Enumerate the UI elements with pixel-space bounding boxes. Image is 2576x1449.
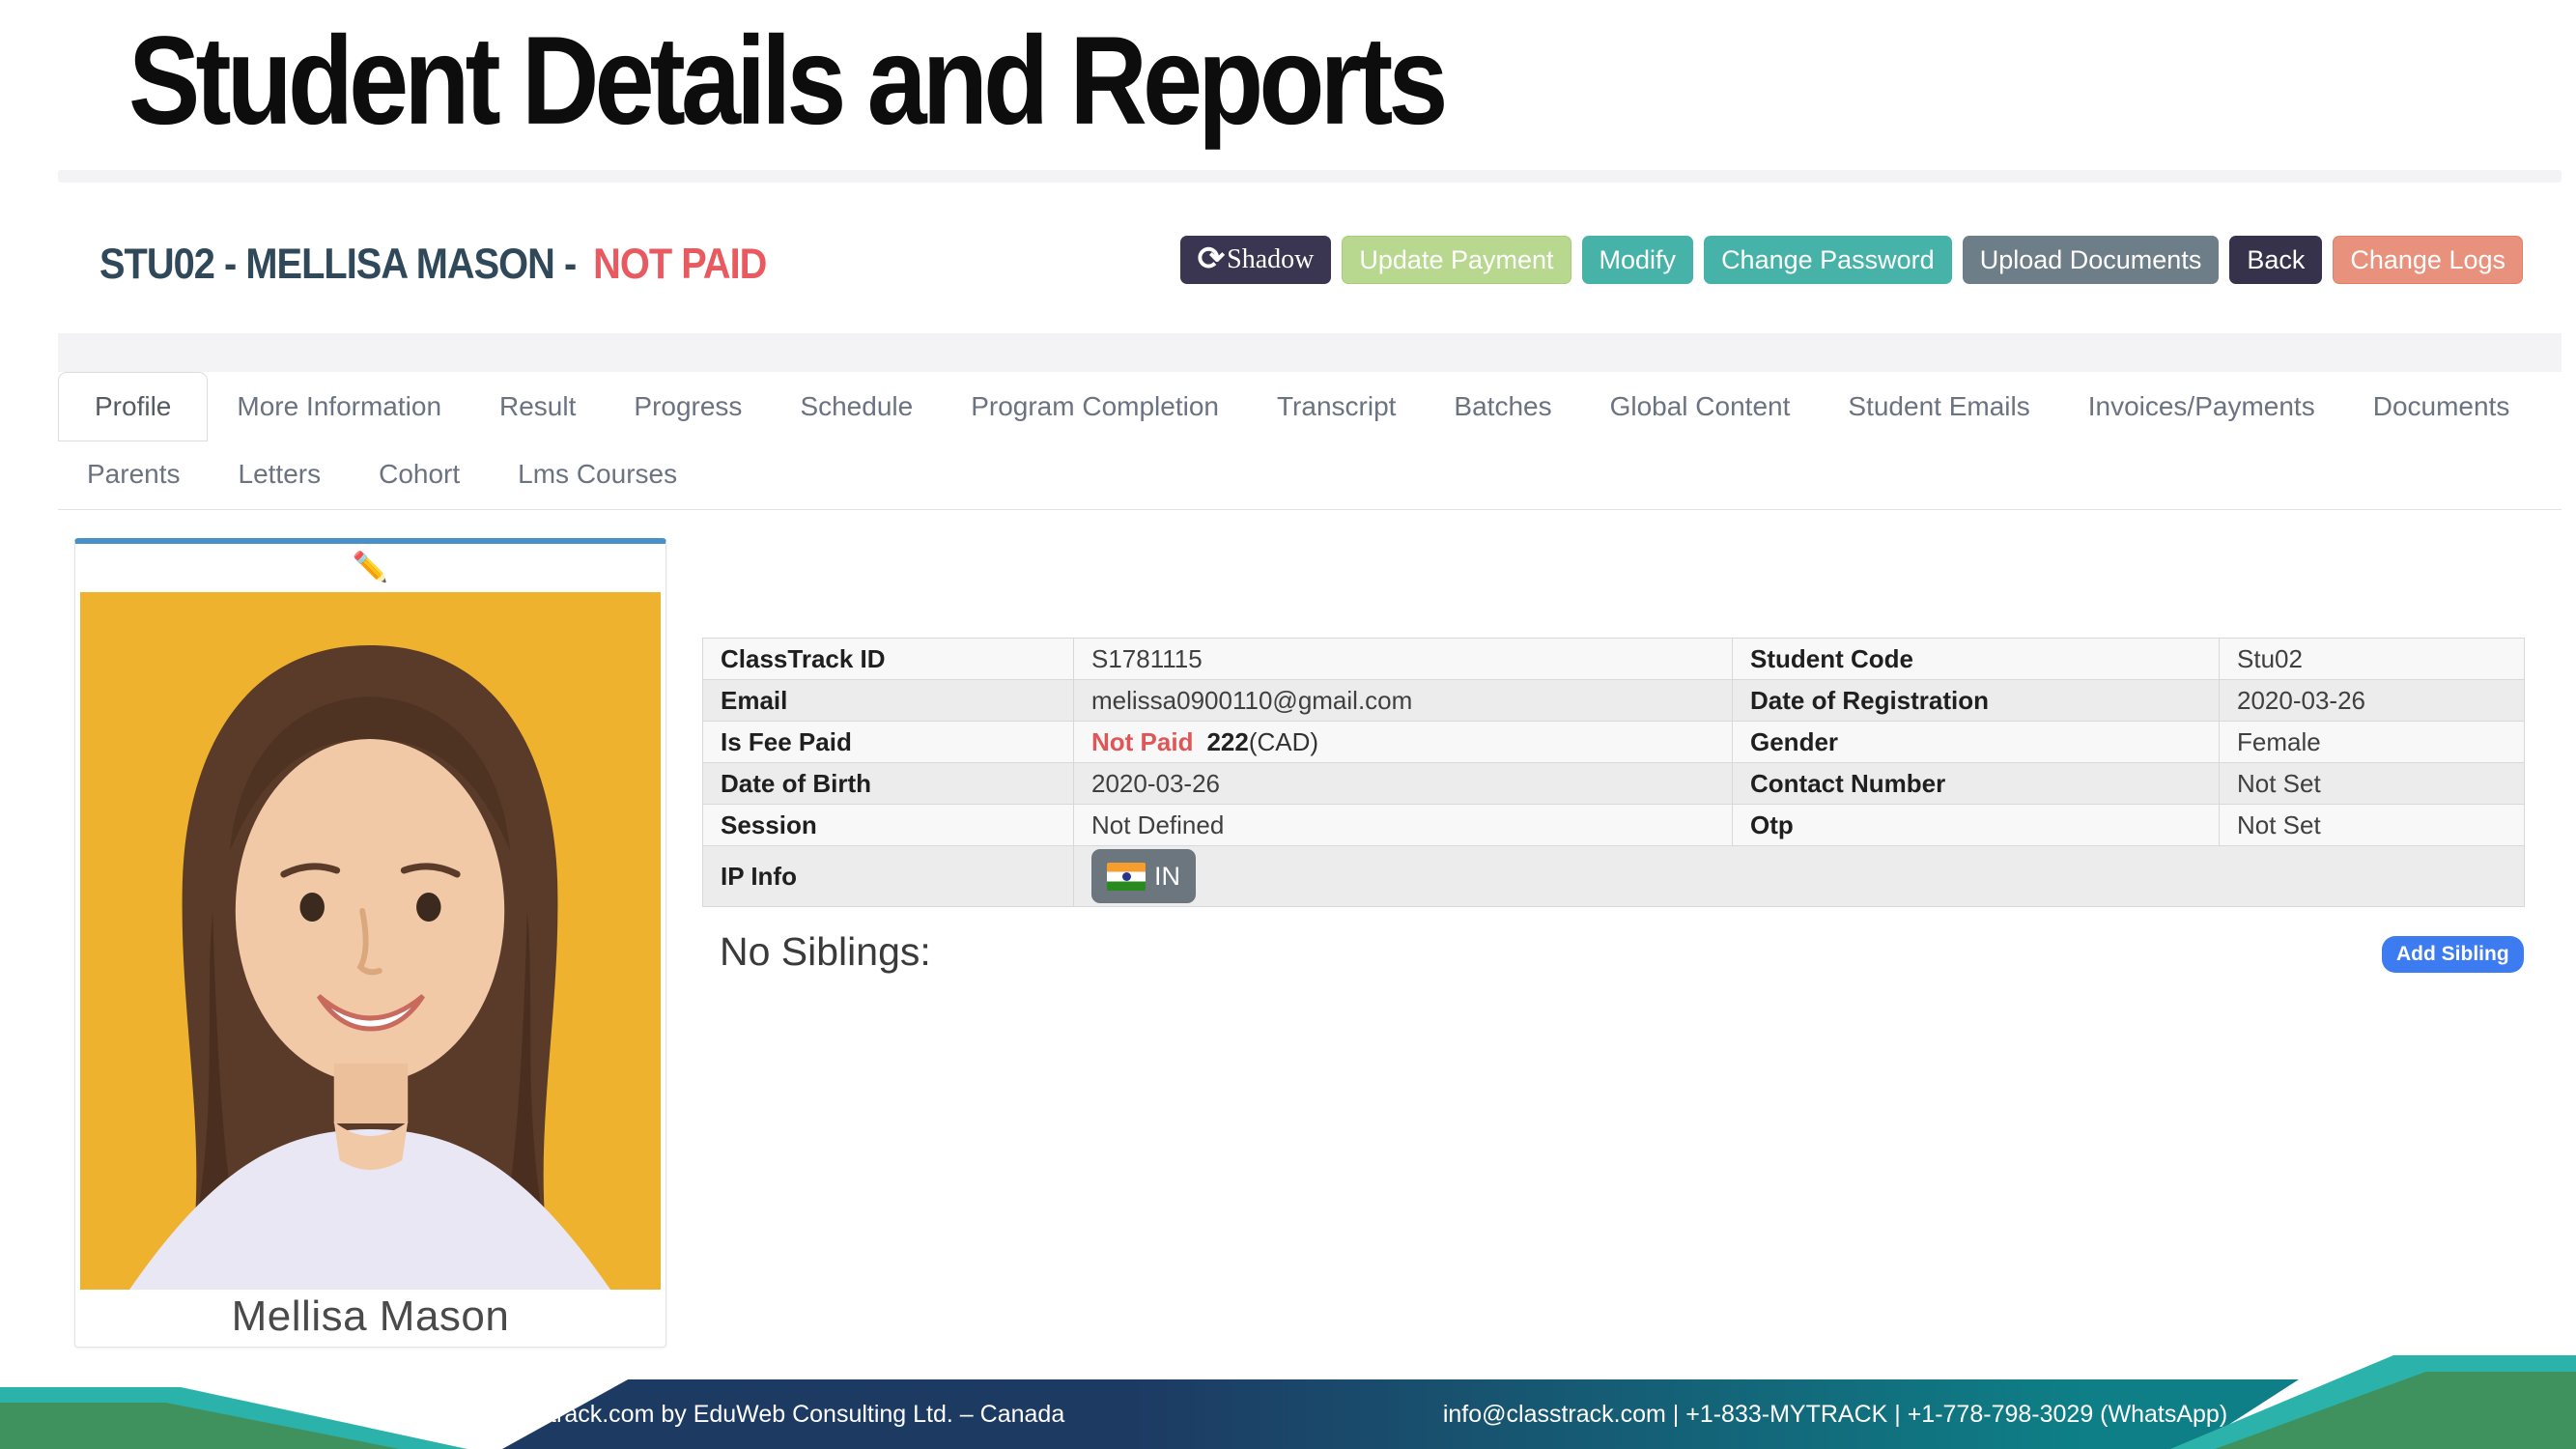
ip-info-cell: IN (1074, 846, 2525, 907)
india-flag-icon (1107, 863, 1146, 891)
tab-documents[interactable]: Documents (2344, 372, 2539, 441)
field-value: Not Set (2220, 763, 2525, 805)
fee-currency: (CAD) (1249, 727, 1318, 756)
tab-profile[interactable]: Profile (58, 372, 208, 441)
update-payment-button[interactable]: Update Payment (1342, 236, 1571, 284)
field-label: IP Info (703, 846, 1074, 907)
tab-global-content[interactable]: Global Content (1581, 372, 1820, 441)
edit-photo-pencil-icon[interactable]: ✏️ (353, 554, 388, 582)
shadow-button[interactable]: ⟳ Shadow (1180, 236, 1332, 284)
field-label: Date of Birth (703, 763, 1074, 805)
field-value: Not Set (2220, 805, 2525, 846)
field-label: Contact Number (1733, 763, 2220, 805)
field-value: Female (2220, 722, 2525, 763)
action-button-bar: ⟳ Shadow Update Payment Modify Change Pa… (1180, 236, 2523, 284)
field-value: Not Defined (1074, 805, 1733, 846)
payment-status-label: NOT PAID (593, 240, 766, 288)
footer-copyright: © 2021 – Classtrack.com by EduWeb Consul… (261, 1379, 1188, 1449)
modify-button[interactable]: Modify (1582, 236, 1694, 284)
field-value: 2020-03-26 (1074, 763, 1733, 805)
table-row: Email melissa0900110@gmail.com Date of R… (703, 680, 2525, 722)
student-photo (80, 592, 661, 1290)
back-button[interactable]: Back (2229, 236, 2322, 284)
tab-result[interactable]: Result (470, 372, 605, 441)
table-row: IP Info IN (703, 846, 2525, 907)
tab-program-completion[interactable]: Program Completion (942, 372, 1248, 441)
table-row: ClassTrack ID S1781115 Student Code Stu0… (703, 639, 2525, 680)
tab-parents[interactable]: Parents (58, 441, 210, 507)
tab-progress[interactable]: Progress (605, 372, 771, 441)
field-label: Is Fee Paid (703, 722, 1074, 763)
table-row: Is Fee Paid Not Paid 222(CAD) Gender Fema… (703, 722, 2525, 763)
field-value: melissa0900110@gmail.com (1074, 680, 1733, 722)
tab-batches[interactable]: Batches (1425, 372, 1580, 441)
shadow-button-label: Shadow (1227, 244, 1314, 275)
tab-invoices-payments[interactable]: Invoices/Payments (2059, 372, 2344, 441)
upload-documents-button[interactable]: Upload Documents (1963, 236, 2220, 284)
change-password-button[interactable]: Change Password (1704, 236, 1952, 284)
fee-paid-value: Not Paid 222(CAD) (1074, 722, 1733, 763)
fee-amount: 222 (1206, 727, 1248, 756)
sync-icon: ⟳ (1198, 243, 1226, 276)
fee-status: Not Paid (1091, 727, 1193, 756)
tab-schedule[interactable]: Schedule (771, 372, 942, 441)
tab-more-information[interactable]: More Information (208, 372, 470, 441)
field-value: Stu02 (2220, 639, 2525, 680)
tab-cohort[interactable]: Cohort (350, 441, 489, 507)
tab-student-emails[interactable]: Student Emails (1819, 372, 2058, 441)
divider-strip-top (58, 170, 2562, 183)
page-title: Student Details and Reports (128, 8, 1444, 153)
table-row: Session Not Defined Otp Not Set (703, 805, 2525, 846)
student-name: STU02 - MELLISA MASON - (99, 240, 576, 288)
field-value: 2020-03-26 (2220, 680, 2525, 722)
student-photo-name: Mellisa Mason (75, 1290, 665, 1344)
divider-strip-header (58, 333, 2562, 372)
field-label: ClassTrack ID (703, 639, 1074, 680)
tab-bar-row2: Parents Letters Cohort Lms Courses (58, 441, 706, 507)
student-details-page: Student Details and Reports STU02 - MELL… (0, 0, 2576, 1449)
tab-transcript[interactable]: Transcript (1248, 372, 1425, 441)
tab-bar-row1: Profile More Information Result Progress… (58, 372, 2538, 441)
tab-lms-courses[interactable]: Lms Courses (489, 441, 706, 507)
ip-country-badge[interactable]: IN (1091, 849, 1196, 903)
field-value: S1781115 (1074, 639, 1733, 680)
field-label: Session (703, 805, 1074, 846)
field-label: Email (703, 680, 1074, 722)
student-portrait-illustration (80, 592, 661, 1290)
tab-letters[interactable]: Letters (210, 441, 351, 507)
student-details-table: ClassTrack ID S1781115 Student Code Stu0… (702, 638, 2525, 907)
field-label: Date of Registration (1733, 680, 2220, 722)
student-header: STU02 - MELLISA MASON - NOT PAID (99, 240, 766, 289)
tab-bar-underline (58, 509, 2562, 510)
footer-contact: info@classtrack.com | +1-833-MYTRACK | +… (1487, 1379, 2183, 1449)
field-label: Otp (1733, 805, 2220, 846)
change-logs-button[interactable]: Change Logs (2333, 236, 2523, 284)
student-photo-card: ✏️ Mellisa Mason (74, 538, 666, 1348)
add-sibling-button[interactable]: Add Sibling (2382, 936, 2524, 973)
field-label: Gender (1733, 722, 2220, 763)
table-row: Date of Birth 2020-03-26 Contact Number … (703, 763, 2525, 805)
country-code: IN (1154, 862, 1180, 892)
field-label: Student Code (1733, 639, 2220, 680)
photo-edit-strip: ✏️ (75, 544, 665, 592)
no-siblings-text: No Siblings: (720, 929, 931, 975)
